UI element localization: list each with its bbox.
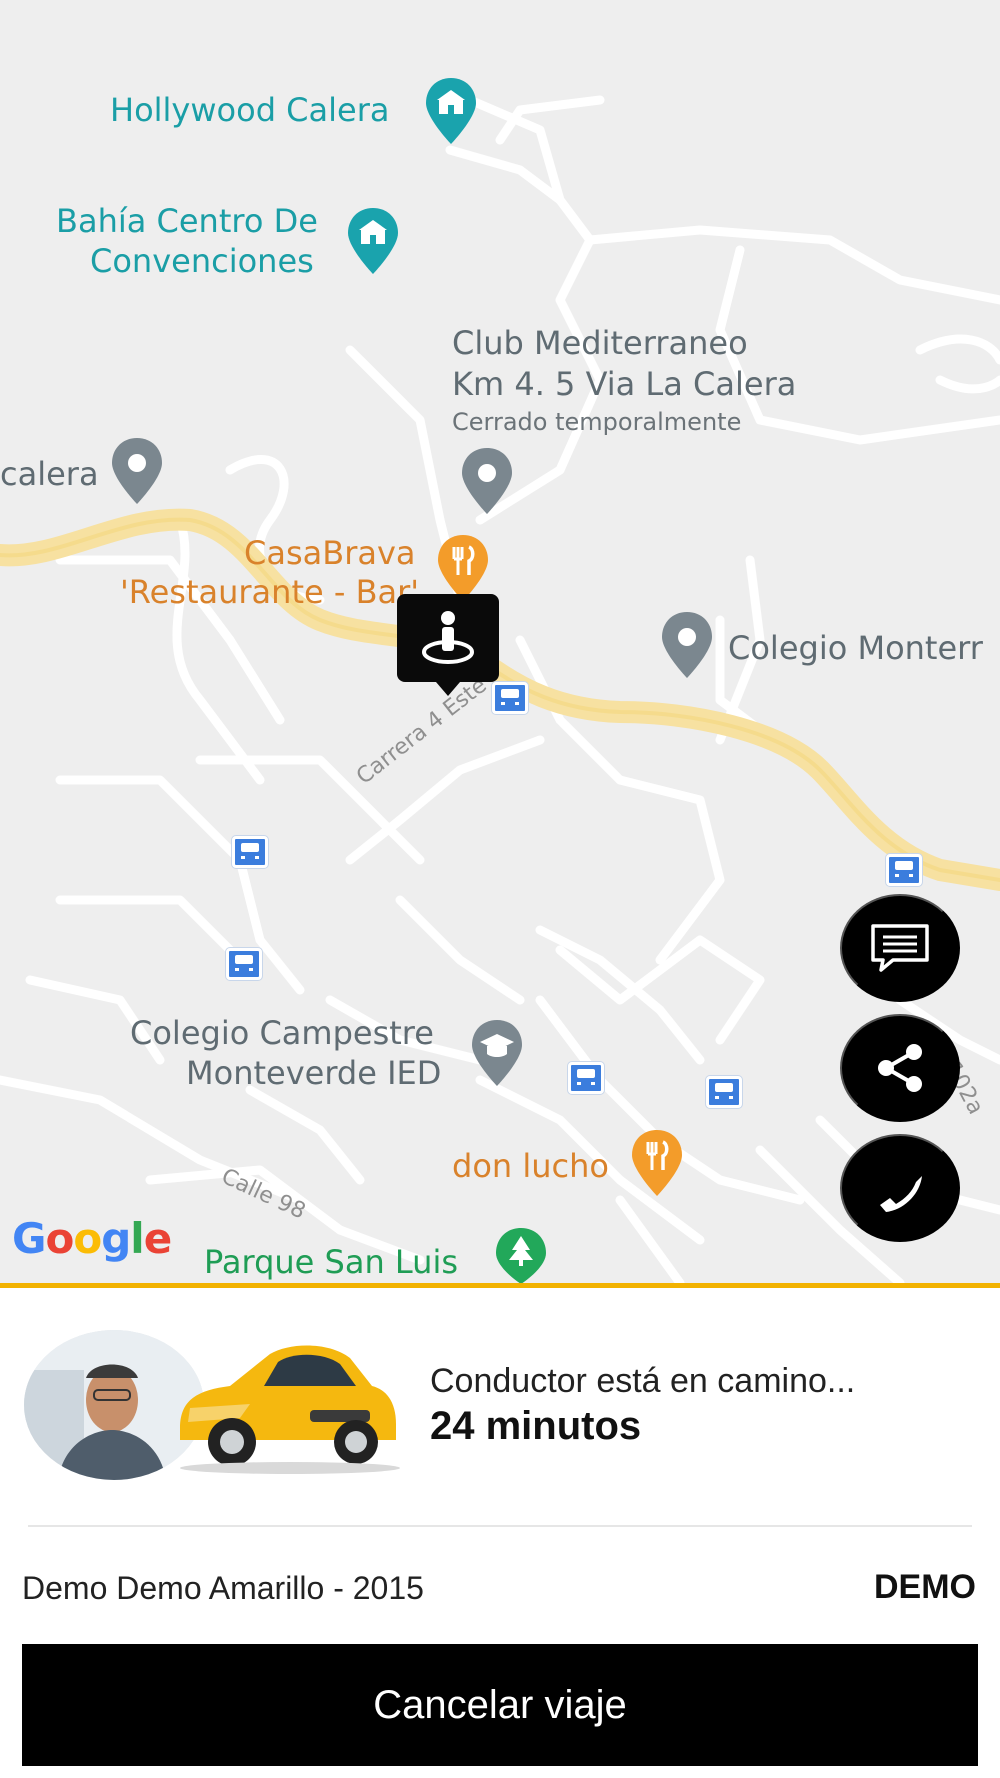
place-label-bahia-line2[interactable]: Convenciones [90, 242, 314, 281]
vehicle-description: Demo Demo Amarillo - 2015 [22, 1570, 424, 1606]
park-pin-icon[interactable] [494, 1226, 548, 1283]
place-label-colegio-campestre-line1[interactable]: Colegio Campestre [130, 1014, 434, 1053]
place-label-club-line2[interactable]: Km 4. 5 Via La Calera [452, 365, 796, 404]
trip-status-text: Conductor está en camino... [430, 1362, 856, 1400]
share-icon [878, 1044, 922, 1092]
phone-icon [880, 1166, 922, 1212]
place-label-parque-san-luis[interactable]: Parque San Luis [204, 1243, 458, 1282]
vehicle-plate: DEMO [874, 1568, 976, 1606]
place-pin-icon[interactable] [460, 446, 514, 516]
restaurant-pin-icon[interactable] [436, 533, 490, 603]
call-button[interactable] [840, 1134, 960, 1242]
chat-button[interactable] [840, 894, 960, 1002]
bus-stop-icon[interactable] [706, 1076, 742, 1108]
place-label-casabrava-line2[interactable]: 'Restaurante - Bar' [120, 573, 419, 612]
bus-stop-icon[interactable] [226, 948, 262, 980]
restaurant-pin-icon[interactable] [630, 1128, 684, 1198]
place-label-colegio-monterr[interactable]: Colegio Monterr [728, 629, 983, 668]
place-label-don-lucho[interactable]: don lucho [452, 1147, 609, 1186]
tourism-pin-icon[interactable] [424, 76, 478, 146]
cancel-trip-button[interactable]: Cancelar viaje [22, 1644, 978, 1766]
share-button[interactable] [840, 1014, 960, 1122]
eta-text: 24 minutos [430, 1404, 642, 1448]
place-pin-icon[interactable] [110, 436, 164, 506]
taxi-car-image [180, 1345, 400, 1474]
google-attribution-logo: Google [12, 1214, 172, 1263]
bus-stop-icon[interactable] [232, 836, 268, 868]
bus-stop-icon[interactable] [492, 682, 528, 714]
user-location-marker[interactable] [397, 594, 499, 696]
place-status-club: Cerrado temporalmente [452, 408, 742, 436]
trip-info-sheet: Conductor está en camino... 24 minutos D… [0, 1288, 1000, 1778]
chat-icon [871, 924, 929, 972]
bus-stop-icon[interactable] [886, 854, 922, 886]
school-pin-icon[interactable] [470, 1018, 524, 1088]
place-label-bahia-line1[interactable]: Bahía Centro De [56, 202, 318, 241]
place-label-colegio-campestre-line2[interactable]: Monteverde IED [186, 1054, 441, 1093]
user-location-icon [422, 611, 474, 664]
bus-stop-icon[interactable] [568, 1062, 604, 1094]
place-label-hollywood[interactable]: Hollywood Calera [110, 91, 389, 130]
place-label-calera[interactable]: calera [0, 455, 99, 494]
place-label-casabrava-line1[interactable]: CasaBrava [244, 534, 416, 573]
map-view[interactable]: Hollywood Calera Bahía Centro De Convenc… [0, 0, 1000, 1283]
place-label-club-line1[interactable]: Club Mediterraneo [452, 324, 748, 363]
place-pin-icon[interactable] [660, 610, 714, 680]
tourism-pin-icon[interactable] [346, 206, 400, 276]
sheet-divider [28, 1525, 972, 1527]
